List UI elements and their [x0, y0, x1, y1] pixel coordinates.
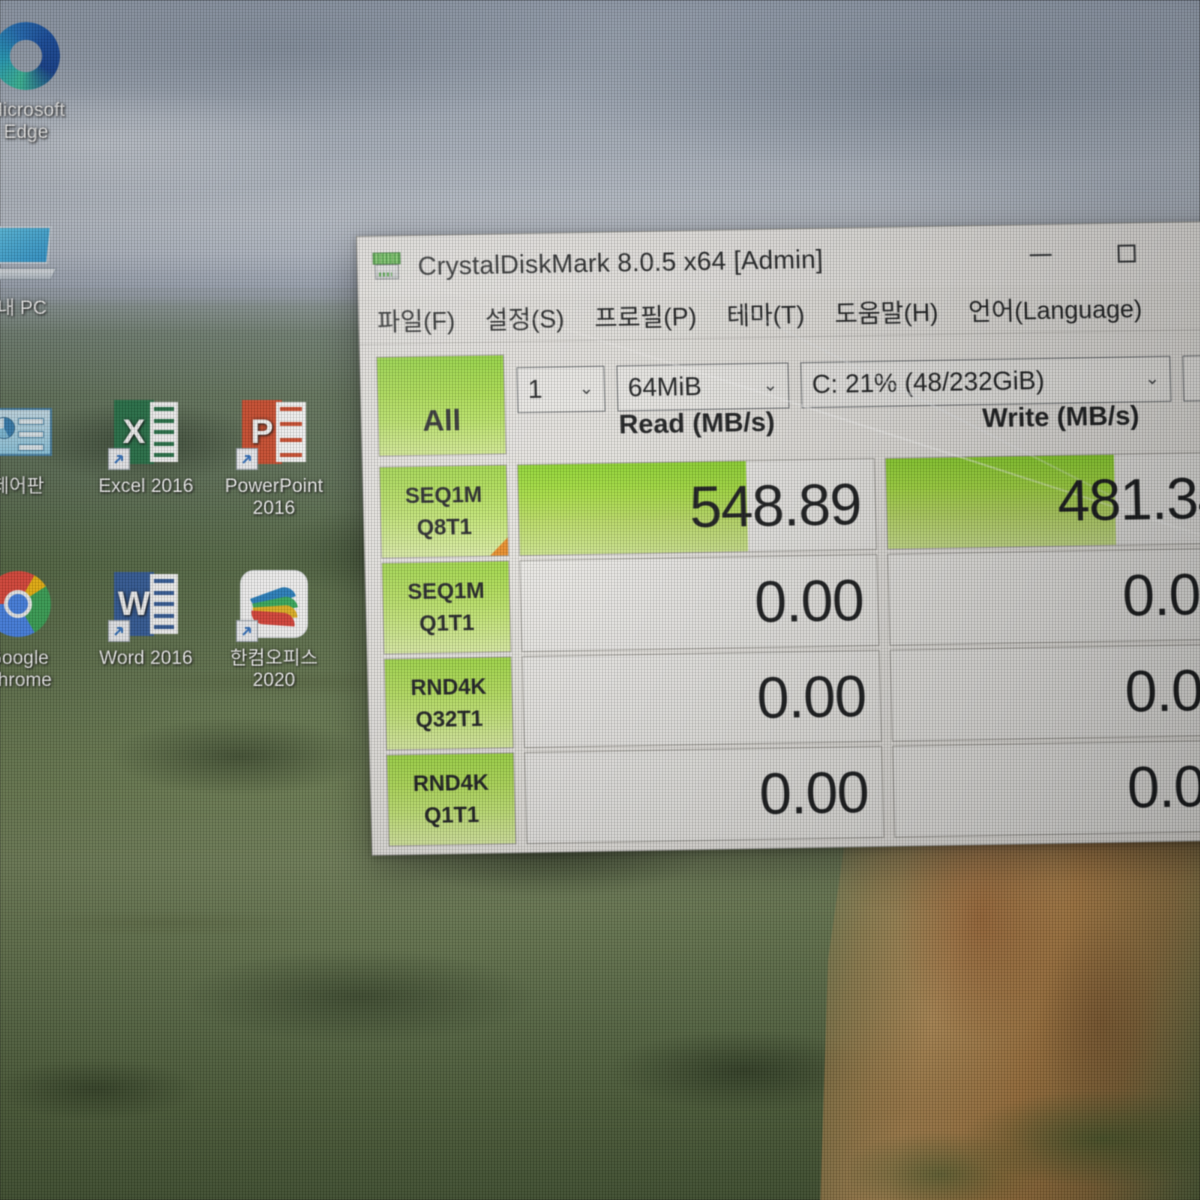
menu-item-help[interactable]: 도움말(H): [834, 292, 939, 330]
write-value: 481.34: [1056, 465, 1200, 534]
cell-write-seq1m-q1t1: 0.00: [887, 547, 1200, 646]
drive-value: C: 21% (48/232GiB): [811, 365, 1045, 400]
row-label-line2: Q8T1: [416, 514, 473, 540]
desktop-icon-microsoft-edge[interactable]: MicrosoftEdge: [0, 13, 90, 145]
menu-item-theme[interactable]: 테마(T): [726, 295, 805, 332]
desktop-icon-label: 한컴오피스 2020: [230, 648, 318, 692]
excel-icon: X: [108, 396, 182, 470]
row-label-line1: RND4K: [412, 769, 490, 797]
chevron-down-icon: ⌄: [762, 374, 779, 395]
desktop-icon-hancom-office-2020[interactable]: 한컴오피스 2020: [210, 568, 338, 693]
chevron-down-icon: ⌄: [578, 377, 595, 399]
row-label-line1: SEQ1M: [407, 577, 485, 605]
window-title: CrystalDiskMark 8.0.5 x64 [Admin]: [417, 243, 824, 281]
desktop-icon-label: MicrosoftEdge: [0, 100, 65, 144]
desktop-icon-this-pc[interactable]: 내 PC: [0, 218, 86, 320]
row-label-line2: Q32T1: [415, 705, 484, 733]
monitor-photo: MicrosoftEdge 내 PC 제어판 X: [0, 0, 1200, 1200]
cell-read-rnd4k-q32t1: 0.00: [521, 649, 882, 749]
run-count-value: 1: [527, 373, 543, 405]
test-size-value: 64MiB: [627, 370, 702, 403]
maximize-button[interactable]: [1083, 223, 1171, 284]
result-row[interactable]: SEQ1M Q1T1 0.00 0.00: [381, 547, 1200, 655]
cell-write-rnd4k-q32t1: 0.00: [889, 643, 1200, 742]
row-label-rnd4k-q1t1[interactable]: RND4K Q1T1: [386, 752, 517, 847]
column-header-read: Read (MB/s): [618, 406, 776, 439]
shortcut-arrow-icon: [236, 448, 258, 470]
menu-item-profile[interactable]: 프로필(P): [594, 297, 697, 335]
all-button[interactable]: All: [376, 354, 507, 457]
hancom-office-icon: [236, 568, 310, 642]
write-value: 0.00: [1121, 561, 1200, 629]
shortcut-arrow-icon: [108, 448, 130, 470]
minimize-button[interactable]: [997, 224, 1085, 285]
chrome-icon: [0, 568, 54, 640]
menu-item-language[interactable]: 언어(Language): [968, 289, 1143, 328]
word-icon: W: [108, 568, 182, 642]
powerpoint-icon: P: [236, 396, 310, 470]
unit-select[interactable]: MB/s: [1182, 352, 1200, 402]
desktop-icon-label: Word 2016: [99, 648, 193, 669]
shortcut-arrow-icon: [108, 620, 130, 642]
desktop-icon-excel-2016[interactable]: X Excel 2016: [82, 396, 210, 498]
cell-read-rnd4k-q1t1: 0.00: [524, 745, 885, 845]
read-value: 0.00: [756, 663, 867, 731]
row-label-line1: SEQ1M: [404, 481, 483, 509]
read-value: 548.89: [688, 471, 862, 540]
menu-item-file[interactable]: 파일(F): [377, 301, 456, 338]
crystaldiskmark-icon: [371, 251, 402, 282]
control-panel-icon: [0, 396, 54, 468]
row-label-seq1m-q8t1[interactable]: SEQ1M Q8T1: [378, 464, 510, 559]
chevron-down-icon: ⌄: [1144, 367, 1161, 389]
run-count-select[interactable]: 1 ⌄: [516, 365, 606, 413]
result-row[interactable]: RND4K Q1T1 0.00 0.00: [386, 739, 1200, 847]
wallpaper-cliff-vegetation: [850, 1032, 1200, 1200]
edge-icon: [0, 13, 69, 99]
read-value: 0.00: [758, 759, 870, 827]
window-controls[interactable]: [997, 221, 1200, 285]
close-button[interactable]: [1169, 221, 1200, 282]
crystaldiskmark-window[interactable]: CrystalDiskMark 8.0.5 x64 [Admin] 파일(F) …: [356, 220, 1200, 856]
benchmark-toolbar[interactable]: All 1 ⌄ 64MiB ⌄ C: 21% (48/232GiB) ⌄ Rea…: [360, 329, 1200, 463]
read-value: 0.00: [753, 567, 865, 635]
shortcut-arrow-icon: [236, 620, 258, 642]
progress-marker-icon: [489, 537, 509, 556]
desktop-icon-label: 제어판: [0, 476, 45, 497]
row-label-line2: Q1T1: [423, 801, 480, 828]
results-grid: SEQ1M Q8T1 548.89 481.34 SEQ1M Q1T1 0.00…: [363, 451, 1200, 847]
column-header-write: Write (MB/s): [981, 399, 1140, 433]
result-row[interactable]: SEQ1M Q8T1 548.89 481.34: [378, 451, 1200, 559]
desktop-icon-label: Excel 2016: [98, 476, 194, 497]
desktop-icon-control-panel[interactable]: 제어판: [0, 396, 82, 498]
write-value: 0.00: [1124, 657, 1200, 725]
desktop-icon-google-chrome[interactable]: GoogleChrome: [0, 568, 82, 693]
cell-read-seq1m-q1t1: 0.00: [519, 553, 880, 653]
desktop-icon-label: 내 PC: [0, 298, 47, 319]
cell-read-seq1m-q8t1: 548.89: [516, 457, 878, 557]
row-label-seq1m-q1t1[interactable]: SEQ1M Q1T1: [381, 560, 512, 655]
desktop-icon-label: GoogleChrome: [0, 648, 53, 692]
this-pc-icon: [0, 218, 58, 290]
desktop-icon-powerpoint-2016[interactable]: P PowerPoint 2016: [210, 396, 338, 521]
result-row[interactable]: RND4K Q32T1 0.00 0.00: [383, 643, 1200, 751]
desktop-icon-word-2016[interactable]: W Word 2016: [82, 568, 210, 670]
menu-item-settings[interactable]: 설정(S): [485, 299, 565, 336]
test-size-select[interactable]: 64MiB ⌄: [616, 361, 790, 411]
cell-write-seq1m-q8t1: 481.34: [884, 451, 1200, 550]
row-label-line1: RND4K: [410, 673, 487, 701]
row-label-rnd4k-q32t1[interactable]: RND4K Q32T1: [383, 656, 515, 751]
row-label-line2: Q1T1: [418, 609, 475, 636]
write-value: 0.00: [1126, 753, 1200, 821]
desktop-icon-label: PowerPoint 2016: [224, 476, 324, 520]
cell-write-rnd4k-q1t1: 0.00: [892, 739, 1200, 838]
